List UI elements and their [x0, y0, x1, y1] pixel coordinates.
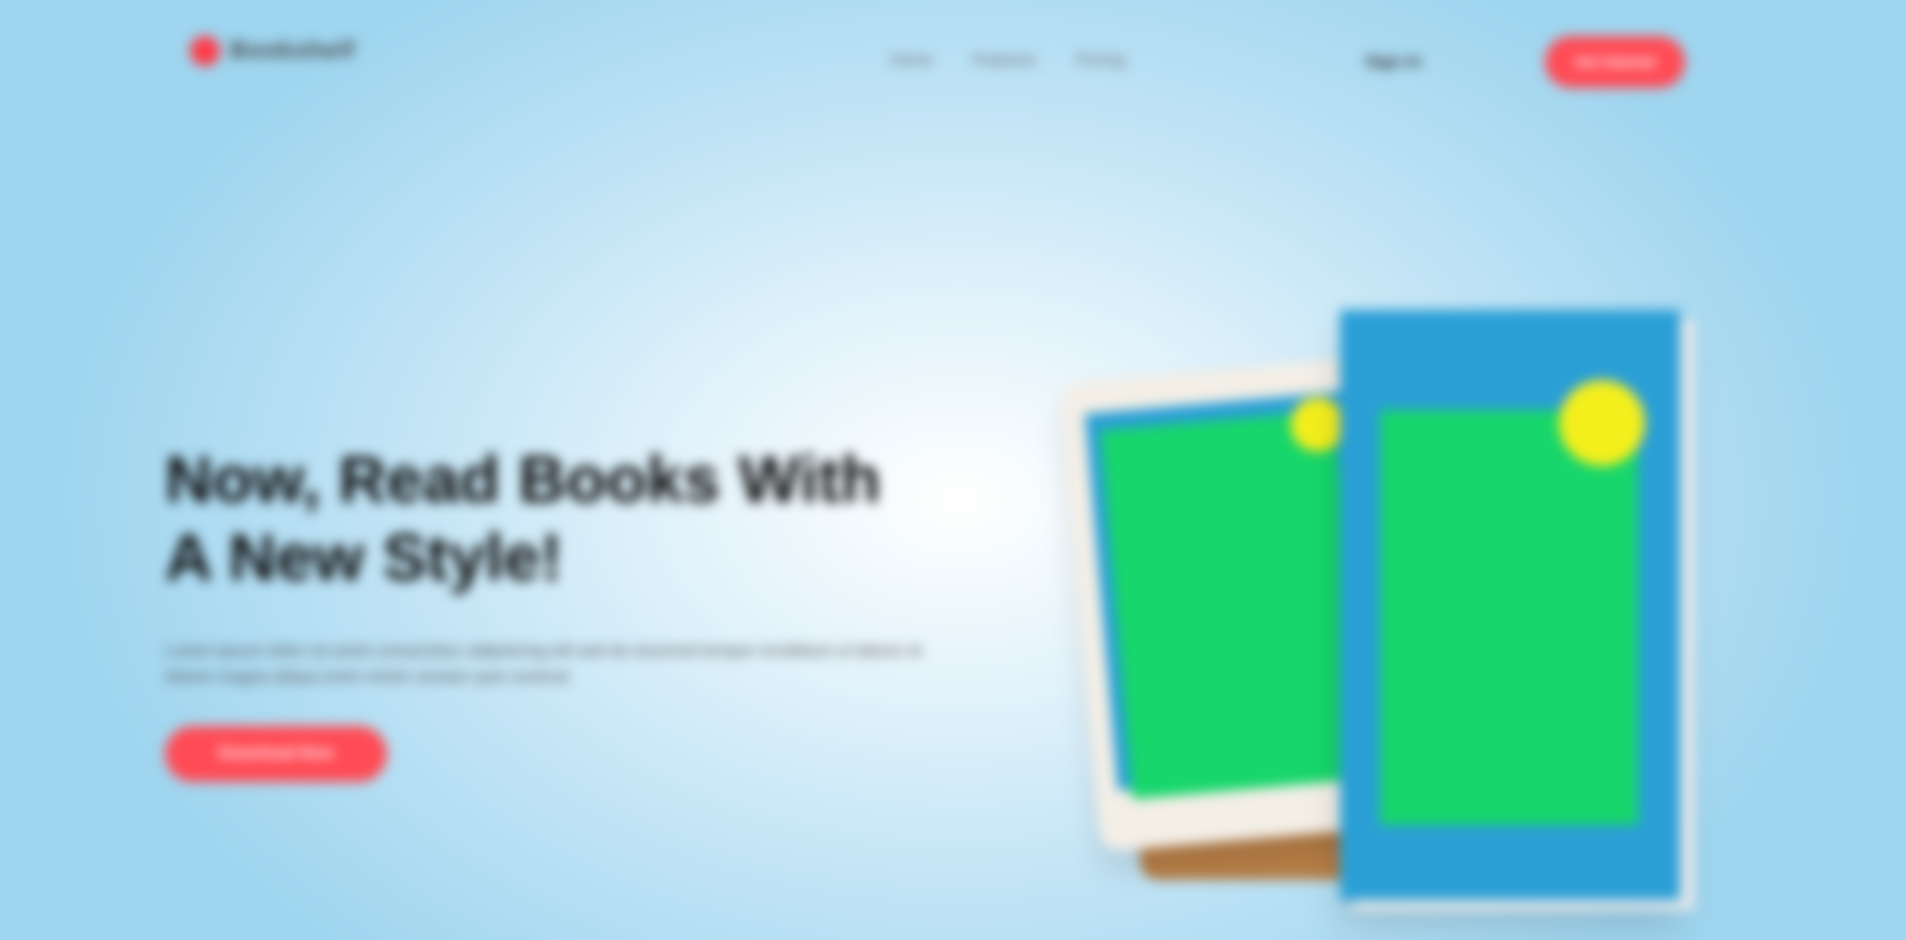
- book-mockup: [1340, 310, 1680, 900]
- get-started-button[interactable]: Get Started: [1545, 36, 1685, 88]
- nav-menu: Home Features Pricing: [890, 52, 1125, 70]
- hero-headline-line-1: Now, Read Books With: [165, 442, 881, 516]
- top-navigation: Bookshelf Home Features Pricing Sign In …: [0, 0, 1906, 130]
- hero-illustration: [1060, 290, 1700, 910]
- phone-book-cover: [1100, 410, 1366, 800]
- hero-section: Now, Read Books With A New Style! Lorem …: [165, 440, 965, 782]
- book-cover-panel: [1380, 410, 1638, 825]
- hero-description: Lorem ipsum dolor sit amet consectetur a…: [165, 641, 922, 686]
- nav-item-features[interactable]: Features: [973, 52, 1036, 70]
- brand-logo[interactable]: Bookshelf: [190, 36, 355, 66]
- hero-headline-line-2: A New Style!: [165, 520, 563, 594]
- brand-name: Bookshelf: [230, 37, 356, 64]
- download-button[interactable]: Download Now: [165, 726, 387, 782]
- book-badge-icon: [1559, 380, 1645, 466]
- circle-logo-icon: [190, 36, 220, 66]
- signin-link[interactable]: Sign In: [1365, 52, 1422, 72]
- nav-item-pricing[interactable]: Pricing: [1076, 52, 1125, 70]
- nav-item-home[interactable]: Home: [890, 52, 933, 70]
- hero-headline: Now, Read Books With A New Style!: [165, 440, 965, 596]
